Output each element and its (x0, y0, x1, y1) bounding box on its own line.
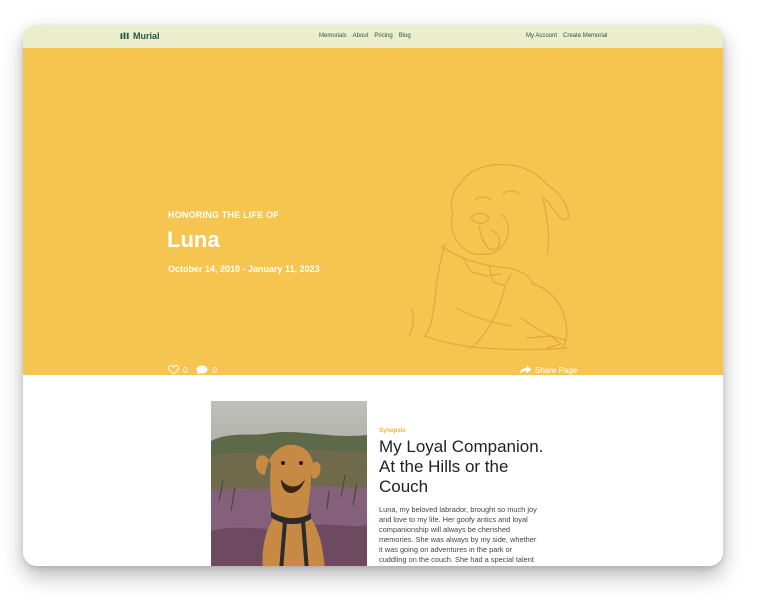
browser-window: Murial Memorials About Pricing Blog My A… (23, 25, 723, 566)
top-navigation: Murial Memorials About Pricing Blog My A… (23, 25, 723, 48)
nav-link-blog[interactable]: Blog (399, 33, 411, 39)
story-title: My Loyal Companion. At the Hills or the … (379, 437, 544, 496)
likes-count: 0 (183, 365, 188, 375)
synopsis-label: Synopsis (379, 428, 406, 434)
logo-icon (120, 32, 129, 39)
dog-photo-illustration (211, 401, 367, 566)
share-page-label: Share Page (535, 365, 578, 375)
nav-link-create-memorial[interactable]: Create Memorial (563, 33, 607, 39)
memorial-photo (211, 401, 367, 566)
dog-sketch-illustration (408, 163, 570, 351)
account-links: My Account Create Memorial (526, 33, 607, 39)
nav-link-pricing[interactable]: Pricing (374, 33, 392, 39)
brand-name: Murial (133, 31, 160, 41)
comment-icon[interactable] (196, 365, 208, 375)
brand-logo[interactable]: Murial (120, 31, 160, 41)
heart-icon[interactable] (168, 365, 179, 375)
share-page-button[interactable]: Share Page (519, 365, 577, 375)
hero-title: Luna (167, 227, 220, 252)
main-nav-links: Memorials About Pricing Blog (319, 33, 411, 39)
share-arrow-icon (519, 365, 532, 375)
comments-count: 0 (212, 365, 217, 375)
story-body: Luna, my beloved labrador, brought so mu… (379, 505, 537, 566)
reaction-bar: 0 0 (168, 365, 222, 375)
hero-dates: October 14, 2010 - January 11, 2023 (168, 264, 320, 274)
hero-eyebrow: HONORING THE LIFE OF (168, 210, 279, 220)
memorial-hero: HONORING THE LIFE OF Luna October 14, 20… (23, 48, 723, 375)
story-section: Synopsis My Loyal Companion. At the Hill… (23, 375, 723, 566)
nav-link-memorials[interactable]: Memorials (319, 33, 347, 39)
nav-link-my-account[interactable]: My Account (526, 33, 557, 39)
nav-link-about[interactable]: About (353, 33, 369, 39)
